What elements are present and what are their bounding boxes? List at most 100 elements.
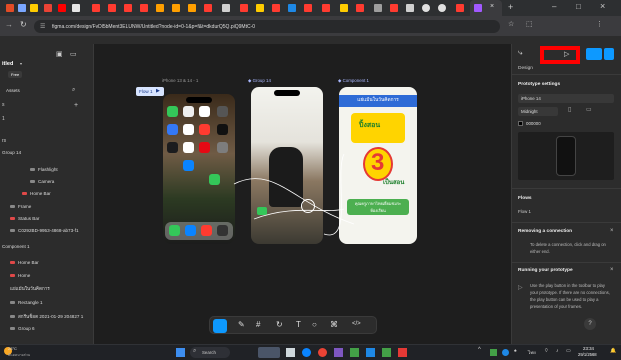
app-icon[interactable] [398,348,407,357]
clock-date[interactable]: 29/1/2568 [578,352,597,357]
tab-favicon-icon[interactable] [304,4,312,12]
tab-favicon-icon[interactable] [438,4,446,12]
url-field[interactable]: ☰ figma.com/design/FvDl5bMent3ELUNW/Unti… [34,20,500,33]
tab-favicon-icon[interactable] [108,4,116,12]
layer-item-status-bar[interactable]: Status Bar [0,214,94,224]
tab-favicon-icon[interactable] [256,4,264,12]
assets-tab[interactable]: Assets [6,88,20,93]
close-tip-icon[interactable]: × [610,228,614,234]
landscape-icon[interactable]: ▭ [586,106,592,113]
page-item[interactable]: 1 [2,116,5,122]
layer-item-thai-text[interactable]: แย่แม้นในวันคิดการ [0,284,94,294]
tab-favicon-icon[interactable] [188,4,196,12]
device-select[interactable]: iPhone 14 [518,94,614,103]
connection-line[interactable] [233,178,355,225]
notification-icon[interactable]: 🔔 [610,348,616,354]
play-icon[interactable]: ▷ [564,50,569,58]
new-tab-icon[interactable]: + [508,2,513,12]
close-window-icon[interactable]: × [600,1,605,11]
line-icon[interactable] [382,348,391,357]
chrome-icon[interactable] [318,348,327,357]
share-dropdown-button[interactable] [604,48,614,60]
layer-item-home-bar[interactable]: Home Bar [0,258,94,268]
cursor-icon[interactable] [213,319,227,333]
clock-time[interactable]: 23:34 [583,346,594,351]
layer-item-home[interactable]: Home [0,271,94,281]
shape-icon[interactable]: ○ [312,320,317,329]
tab-favicon-icon[interactable] [222,4,230,12]
weather-temp[interactable]: 28°C [8,346,17,351]
color-hex[interactable]: 000000 [526,121,541,126]
portrait-icon[interactable]: ▯ [568,106,571,113]
youtube-tab-icon[interactable] [58,4,66,12]
reload-icon[interactable]: ↻ [20,20,27,29]
layer-item-rectangle-1[interactable]: Rectangle 1 [0,298,94,308]
site-info-icon[interactable]: ☰ [40,23,45,30]
comment-icon[interactable]: ↻ [276,320,283,329]
close-tip-icon[interactable]: × [610,267,614,273]
extensions-icon[interactable]: ⬚ [526,20,533,28]
tab-favicon-icon[interactable] [456,4,464,12]
add-page-icon[interactable]: + [74,102,78,109]
tab-favicon-icon[interactable] [172,4,180,12]
layout-toggle-icon[interactable]: ▣ [56,50,63,58]
tray-app-icon[interactable] [490,349,497,356]
layer-item-group-14[interactable]: Group 14 [0,148,94,158]
tab-favicon-icon[interactable] [340,4,348,12]
close-tab-icon[interactable]: × [490,3,494,10]
taskbar-search[interactable]: ⌕ Search [190,347,230,358]
layer-item-component-1[interactable]: Component 1 [0,242,94,252]
help-icon[interactable]: ? [584,318,596,330]
battery-icon[interactable]: ▭ [566,348,571,354]
tab-favicon-icon[interactable] [374,4,382,12]
minimize-icon[interactable]: – [552,2,556,11]
file-menu-chevron-icon[interactable]: ▾ [20,61,22,66]
widget-thumbnail[interactable] [258,347,280,358]
sidebar-toggle-icon[interactable]: ▭ [70,50,77,58]
connection-line[interactable] [323,153,345,236]
model-select[interactable]: Midnight [518,107,558,116]
tab-favicon-icon[interactable] [288,4,296,12]
tray-icon[interactable]: ♠ [514,348,517,354]
component-icon[interactable]: ⌘ [330,320,338,329]
forward-icon[interactable]: → [5,20,13,29]
tab-favicon-icon[interactable] [44,4,52,12]
tab-favicon-icon[interactable] [272,4,280,12]
app-icon[interactable] [366,348,375,357]
tab-favicon-icon[interactable] [140,4,148,12]
edge-icon[interactable] [302,348,311,357]
tab-favicon-icon[interactable] [406,4,414,12]
color-swatch[interactable] [518,121,523,126]
text-icon[interactable]: T [296,320,301,329]
file-explorer-icon[interactable] [286,348,295,357]
app-icon[interactable] [334,348,343,357]
pen-icon[interactable]: ✎ [238,320,245,329]
tray-app-icon[interactable] [502,349,509,356]
share-button[interactable] [586,48,602,60]
bookmark-icon[interactable]: ☆ [508,20,514,28]
code-icon[interactable]: </> [352,321,361,327]
layer-item-home-bar[interactable]: Home Bar [0,189,94,199]
file-title[interactable]: itled [2,61,13,67]
tray-chevron-icon[interactable]: ^ [478,347,481,353]
tab-favicon-icon[interactable] [156,4,164,12]
active-tab[interactable]: × [470,0,502,16]
tab-favicon-icon[interactable] [390,4,398,12]
language-indicator[interactable]: ไทย [528,349,536,356]
tab-favicon-icon[interactable] [422,4,430,12]
design-canvas[interactable]: iPhone 13 & 14 - 1 ◆ Group 14 ◆ Componen… [94,44,511,344]
tab-favicon-icon[interactable] [6,4,14,12]
design-tab[interactable]: Design [518,66,533,71]
weather-text[interactable]: มีแดดบางส่วน [8,352,30,358]
layer-item-camera[interactable]: Camera [0,177,94,187]
tab-favicon-icon[interactable] [124,4,132,12]
volume-icon[interactable]: ♪ [556,348,559,354]
tab-favicon-icon[interactable] [356,4,364,12]
layer-item-flashlight[interactable]: Flashlight [0,165,94,175]
flow-item[interactable]: Flow 1 [518,209,531,214]
app-icon[interactable] [350,348,359,357]
search-icon[interactable]: ⌕ [72,87,75,94]
layer-item-group-6[interactable]: Group 6 [0,324,94,334]
tab-favicon-icon[interactable] [18,4,26,12]
frame-icon[interactable]: # [256,320,260,329]
